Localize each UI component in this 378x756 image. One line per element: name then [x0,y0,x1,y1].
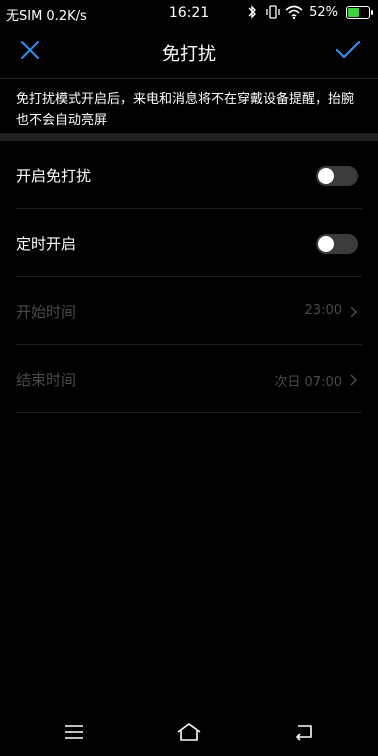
status-bar: 无SIM 0.2K/s 16:21 52% [0,0,378,26]
end-time-label: 结束时间 [16,371,77,389]
vibrate-icon [265,4,280,20]
notice-text: 免打扰模式开启后，来电和消息将不在穿戴设备提醒，抬腕也不会自动亮屏 [16,92,355,128]
start-time-label: 开始时间 [16,303,77,321]
toggle-knob [318,168,334,184]
chevron-right-icon [348,304,360,318]
battery-icon [346,5,373,19]
navigation-bar [0,712,378,756]
home-button[interactable] [174,722,204,746]
back-icon [293,722,315,746]
bluetooth-icon [245,4,259,20]
scheduled-label: 定时开启 [16,235,77,253]
scheduled-row[interactable]: 定时开启 [0,209,378,277]
check-icon [335,39,361,65]
settings-list: 开启免打扰 定时开启 开始时间 23:00 结束时间 次日 07:00 [0,141,378,413]
confirm-button[interactable] [332,36,364,68]
section-divider [0,133,378,141]
scheduled-toggle[interactable] [316,234,358,254]
home-icon [176,722,202,746]
notice-box: 免打扰模式开启后，来电和消息将不在穿戴设备提醒，抬腕也不会自动亮屏 [0,78,378,134]
battery-percent: 52% [309,4,338,20]
enable-dnd-toggle[interactable] [316,166,358,186]
chevron-right-icon [348,372,360,386]
header: 免打扰 [0,26,378,78]
back-button[interactable] [289,722,319,746]
toggle-knob [318,236,334,252]
menu-icon [64,724,84,744]
start-time-row[interactable]: 开始时间 23:00 [0,277,378,345]
enable-dnd-row[interactable]: 开启免打扰 [0,141,378,209]
start-time-value: 23:00 [304,303,342,318]
end-time-value: 次日 07:00 [274,375,342,390]
wifi-icon [285,4,303,20]
menu-button[interactable] [59,722,89,746]
page-title: 免打扰 [162,44,216,65]
end-time-row[interactable]: 结束时间 次日 07:00 [0,345,378,413]
enable-dnd-label: 开启免打扰 [16,167,92,185]
